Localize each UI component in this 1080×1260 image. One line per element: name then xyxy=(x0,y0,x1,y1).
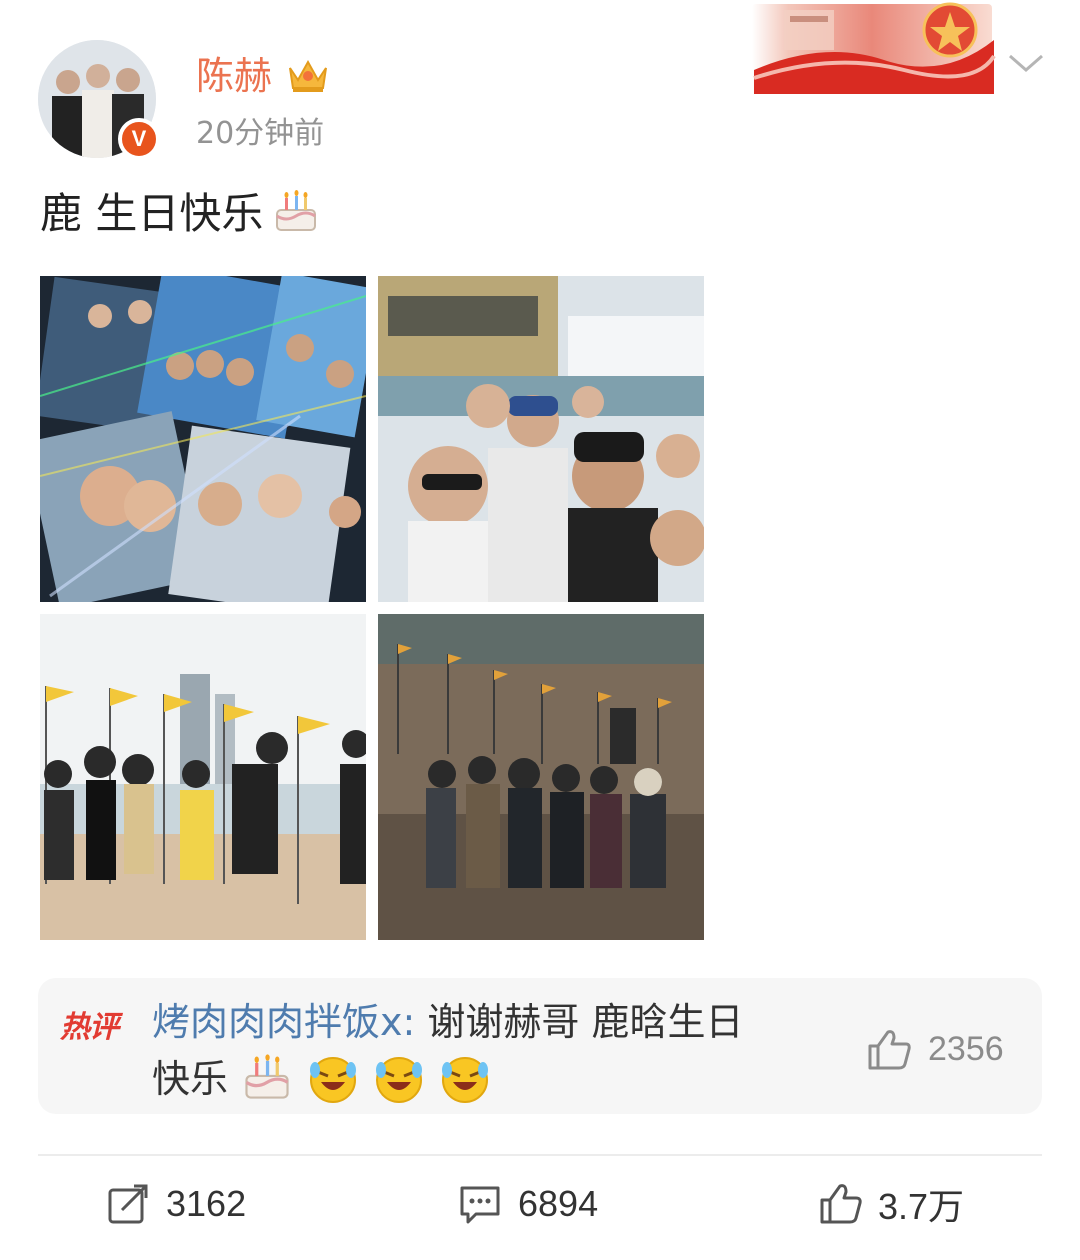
comment-button[interactable]: 6894 xyxy=(458,1176,598,1232)
comment-like-icon[interactable] xyxy=(866,1028,912,1070)
post-text: 鹿 生日快乐 xyxy=(40,186,321,242)
author-name[interactable]: 陈赫 xyxy=(196,52,272,100)
festive-banner xyxy=(744,0,998,98)
comment-line2: 快乐 xyxy=(152,1057,229,1101)
hot-comment-text: 烤肉肉肉拌饭x: 谢谢赫哥 鹿晗生日 快乐 xyxy=(152,994,832,1107)
divider xyxy=(38,1154,1042,1156)
like-count: 3.7万 xyxy=(878,1186,965,1227)
photo-beach-flags[interactable] xyxy=(40,614,366,940)
comment-count: 6894 xyxy=(518,1183,599,1224)
photo-beach-walk[interactable] xyxy=(378,614,704,940)
cake-emoji xyxy=(240,1050,294,1104)
comment-like-count: 2356 xyxy=(928,1030,1004,1068)
repost-icon xyxy=(108,1184,148,1224)
post-time: 20分钟前 xyxy=(196,116,325,151)
repost-count: 3162 xyxy=(166,1183,247,1224)
comment-icon xyxy=(460,1186,500,1224)
comment-line1: 谢谢赫哥 鹿晗生日 xyxy=(415,1000,744,1044)
verified-badge: V xyxy=(118,118,160,160)
photo-yacht-selfie[interactable] xyxy=(378,276,704,602)
cake-emoji xyxy=(271,186,321,236)
laugh-cry-emoji xyxy=(438,1050,492,1104)
chevron-down-icon[interactable] xyxy=(1006,48,1046,78)
laugh-cry-emoji xyxy=(306,1050,360,1104)
commenter-separator: : xyxy=(402,1000,416,1044)
post-text-content: 鹿 生日快乐 xyxy=(40,189,264,238)
like-button[interactable]: 3.7万 xyxy=(818,1176,964,1232)
laugh-cry-emoji xyxy=(372,1050,426,1104)
repost-button[interactable]: 3162 xyxy=(106,1176,246,1232)
thumbs-up-icon xyxy=(820,1184,862,1224)
crown-icon xyxy=(286,54,330,94)
hot-comment-label: 热评 xyxy=(60,1010,119,1045)
photo-cards-collage[interactable] xyxy=(40,276,366,602)
commenter-name[interactable]: 烤肉肉肉拌饭x xyxy=(152,1000,403,1044)
